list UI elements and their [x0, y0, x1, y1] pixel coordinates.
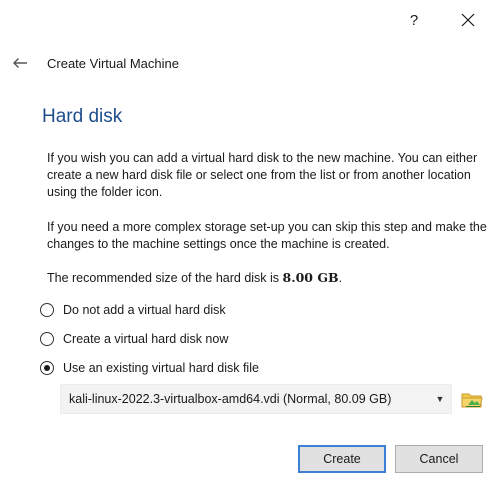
recommended-size-text: The recommended size of the hard disk is… — [47, 269, 487, 287]
disk-file-select[interactable]: kali-linux-2022.3-virtualbox-amd64.vdi (… — [60, 384, 452, 414]
recommended-size-prefix: The recommended size of the hard disk is — [47, 271, 283, 285]
radio-button[interactable] — [40, 303, 54, 317]
radio-label: Create a virtual hard disk now — [63, 332, 229, 346]
storage-note-paragraph: If you need a more complex storage set-u… — [47, 220, 487, 251]
create-vm-dialog: ? Create Virtual Machine Hard disk If yo… — [0, 0, 500, 490]
radio-create-disk[interactable]: Create a virtual hard disk now — [40, 329, 228, 349]
description-paragraph: If you wish you can add a virtual hard d… — [47, 151, 478, 199]
title-bar: ? — [0, 0, 500, 40]
cancel-button[interactable]: Cancel — [395, 445, 483, 473]
recommended-size-value: 8.00 GB — [282, 270, 339, 285]
close-button[interactable] — [446, 4, 490, 36]
choose-disk-file-button[interactable] — [460, 388, 484, 410]
radio-button[interactable] — [40, 332, 54, 346]
recommended-size-suffix: . — [338, 271, 343, 285]
chevron-down-icon[interactable]: ▼ — [429, 394, 451, 404]
help-icon: ? — [409, 11, 419, 29]
radio-existing-disk[interactable]: Use an existing virtual hard disk file — [40, 358, 259, 378]
disk-file-select-value: kali-linux-2022.3-virtualbox-amd64.vdi (… — [69, 392, 392, 406]
radio-no-disk[interactable]: Do not add a virtual hard disk — [40, 300, 226, 320]
back-button[interactable] — [6, 50, 34, 76]
wizard-header: Create Virtual Machine — [0, 44, 500, 82]
page-title: Hard disk — [42, 106, 123, 127]
folder-icon — [461, 393, 483, 407]
help-button[interactable]: ? — [392, 4, 436, 36]
back-arrow-icon — [13, 58, 27, 68]
radio-label: Do not add a virtual hard disk — [63, 303, 226, 317]
radio-button-selected[interactable] — [40, 361, 54, 375]
radio-label: Use an existing virtual hard disk file — [63, 361, 259, 375]
wizard-title: Create Virtual Machine — [47, 56, 179, 71]
close-icon — [461, 13, 475, 27]
create-button[interactable]: Create — [298, 445, 386, 473]
